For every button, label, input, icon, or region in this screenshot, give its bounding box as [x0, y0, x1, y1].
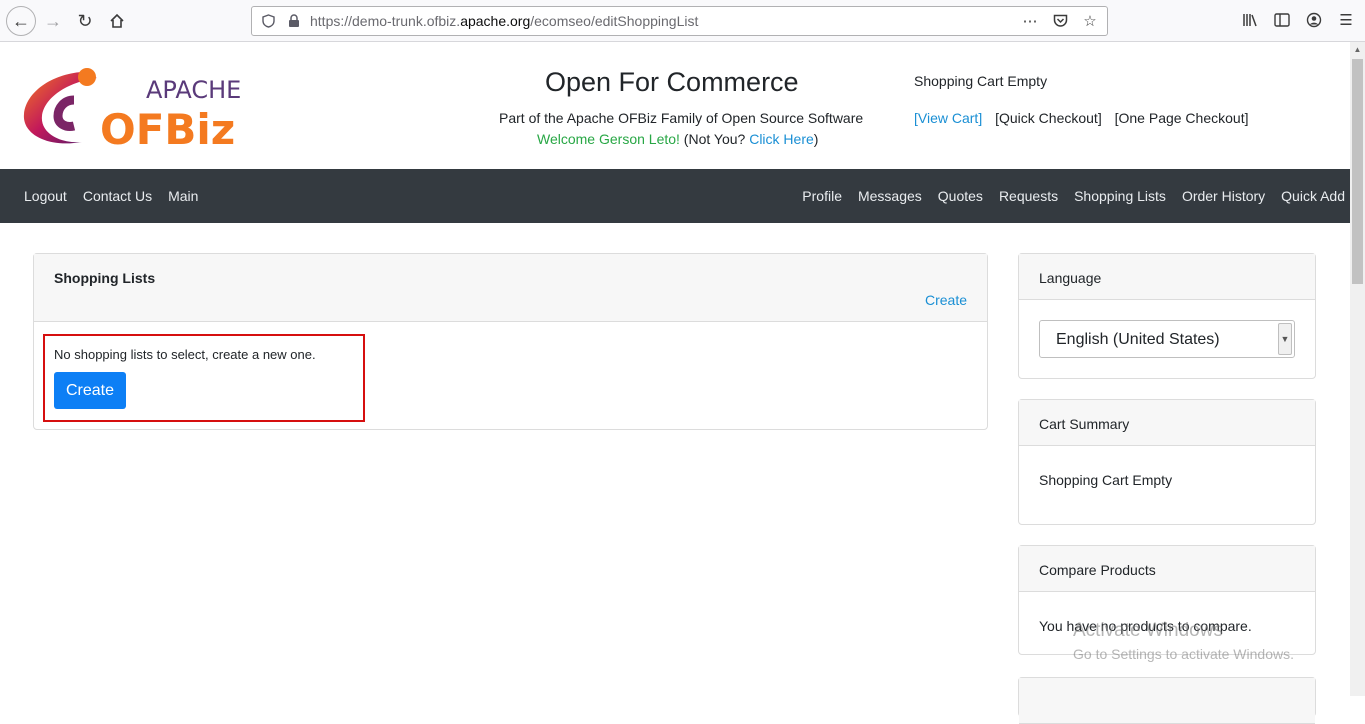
- card-header: Cart Summary: [1019, 400, 1315, 446]
- sidebar-toggle-icon[interactable]: [1273, 10, 1291, 30]
- address-bar[interactable]: https://demo-trunk.ofbiz.apache.org/ecom…: [251, 6, 1108, 36]
- create-link[interactable]: Create: [925, 292, 967, 308]
- card-header: Language: [1019, 254, 1315, 300]
- ofbiz-logo[interactable]: APACHE OFBiz: [22, 64, 262, 154]
- cart-summary-body: Shopping Cart Empty: [1039, 472, 1173, 488]
- menu-icon[interactable]: ☰: [1337, 10, 1355, 30]
- card-title: Shopping Lists: [54, 270, 156, 286]
- site-title: Open For Commerce: [545, 67, 799, 97]
- svg-text:APACHE: APACHE: [146, 76, 241, 104]
- create-button[interactable]: Create: [54, 372, 126, 409]
- cart-summary-title: Cart Summary: [1039, 416, 1130, 432]
- lock-icon[interactable]: [286, 13, 302, 29]
- more-actions-icon[interactable]: ⋯: [1021, 11, 1039, 31]
- page-scrollbar[interactable]: ▲: [1350, 42, 1365, 696]
- partial-card: [1018, 677, 1316, 724]
- chevron-down-icon[interactable]: ▼: [1278, 323, 1292, 355]
- nav-quick-add[interactable]: Quick Add: [1281, 188, 1345, 204]
- forward-arrow-icon[interactable]: →: [40, 8, 66, 34]
- one-page-checkout-link[interactable]: [One Page Checkout]: [1115, 110, 1249, 126]
- language-card: Language English (United States) ▼: [1018, 253, 1316, 379]
- site-header: APACHE OFBiz Open For Commerce Part of t…: [0, 42, 1350, 169]
- nav-order-history[interactable]: Order History: [1182, 188, 1265, 204]
- nav-contact-us[interactable]: Contact Us: [83, 188, 152, 204]
- nav-profile[interactable]: Profile: [802, 188, 842, 204]
- browser-toolbar: ← → ↻ https://demo-trunk.ofbiz.apache.or…: [0, 0, 1365, 42]
- home-icon[interactable]: [104, 8, 130, 34]
- nav-logout[interactable]: Logout: [24, 188, 67, 204]
- nav-quotes[interactable]: Quotes: [938, 188, 983, 204]
- quick-checkout-link[interactable]: [Quick Checkout]: [995, 110, 1102, 126]
- card-header: [1019, 678, 1315, 724]
- compare-title: Compare Products: [1039, 562, 1156, 578]
- bookmark-star-icon[interactable]: ☆: [1081, 11, 1099, 31]
- back-arrow-icon[interactable]: ←: [6, 6, 36, 36]
- nav-main[interactable]: Main: [168, 188, 198, 204]
- empty-message: No shopping lists to select, create a ne…: [54, 347, 316, 362]
- view-cart-link[interactable]: [View Cart]: [914, 110, 982, 126]
- language-title: Language: [1039, 270, 1102, 286]
- main-navbar: Logout Contact Us Main Profile Messages …: [0, 169, 1350, 223]
- click-here-link[interactable]: Click Here: [749, 131, 814, 147]
- language-select[interactable]: English (United States) ▼: [1039, 320, 1295, 358]
- card-header: Shopping Lists Create: [34, 254, 987, 322]
- nav-requests[interactable]: Requests: [999, 188, 1058, 204]
- cart-links: [View Cart] [Quick Checkout] [One Page C…: [914, 110, 1257, 126]
- welcome-line: Welcome Gerson Leto! (Not You? Click Her…: [537, 131, 819, 147]
- nav-shopping-lists[interactable]: Shopping Lists: [1074, 188, 1166, 204]
- language-value: English (United States): [1056, 331, 1220, 348]
- cart-summary-card: Cart Summary Shopping Cart Empty: [1018, 399, 1316, 525]
- shield-icon[interactable]: [260, 13, 276, 29]
- shopping-lists-card: Shopping Lists Create No shopping lists …: [33, 253, 988, 430]
- activate-windows-watermark: Activate Windows Go to Settings to activ…: [1073, 620, 1294, 662]
- url-text: https://demo-trunk.ofbiz.apache.org/ecom…: [310, 13, 699, 29]
- cart-status: Shopping Cart Empty: [914, 73, 1048, 89]
- welcome-text: Welcome Gerson Leto!: [537, 131, 680, 147]
- site-subtitle: Part of the Apache OFBiz Family of Open …: [499, 110, 864, 126]
- card-header: Compare Products: [1019, 546, 1315, 592]
- scroll-thumb[interactable]: [1352, 59, 1363, 284]
- account-icon[interactable]: [1305, 10, 1323, 30]
- nav-messages[interactable]: Messages: [858, 188, 922, 204]
- svg-text:OFBiz: OFBiz: [100, 105, 235, 150]
- library-icon[interactable]: [1241, 10, 1259, 30]
- scroll-up-icon[interactable]: ▲: [1350, 42, 1365, 57]
- reload-icon[interactable]: ↻: [72, 8, 98, 34]
- pocket-icon[interactable]: [1051, 11, 1069, 31]
